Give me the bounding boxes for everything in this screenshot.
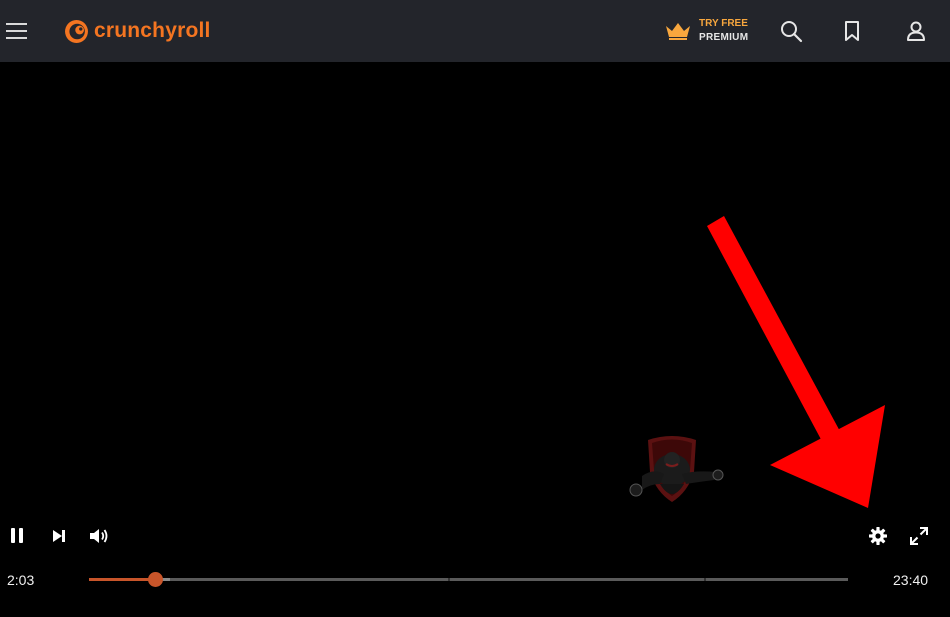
search-icon[interactable] — [779, 19, 803, 43]
try-free-label: TRY FREE — [699, 18, 748, 29]
brand-name: crunchyroll — [94, 19, 211, 42]
current-time: 2:03 — [7, 572, 35, 588]
next-episode-button[interactable] — [51, 528, 67, 544]
pause-icon — [11, 528, 23, 543]
try-free-text: TRY FREE PREMIUM — [699, 17, 748, 45]
menu-icon[interactable] — [6, 20, 28, 40]
settings-button[interactable] — [868, 526, 888, 546]
premium-label: PREMIUM — [699, 32, 749, 43]
top-navigation-bar: crunchyroll TRY FREE PREMIUM — [0, 0, 950, 62]
duration: 23:40 — [893, 572, 929, 588]
volume-button[interactable] — [89, 527, 109, 545]
crunchyroll-logo[interactable]: crunchyroll — [64, 17, 211, 45]
next-icon — [53, 530, 65, 542]
crown-icon — [666, 23, 690, 40]
progress-played — [89, 578, 155, 581]
progress-scrubber-handle[interactable] — [147, 572, 163, 587]
user-icon[interactable] — [904, 19, 928, 43]
crunchyroll-logo-icon — [65, 19, 88, 43]
volume-icon — [90, 529, 108, 543]
page: crunchyroll TRY FREE PREMIUM 2:03 23:40 — [0, 0, 950, 617]
fullscreen-icon — [910, 527, 928, 545]
red-annotation-arrow — [707, 216, 885, 508]
bookmark-icon[interactable] — [840, 19, 864, 43]
fullscreen-button[interactable] — [909, 526, 929, 546]
try-free-premium-button[interactable]: TRY FREE PREMIUM — [665, 16, 748, 46]
settings-gear-icon — [869, 527, 887, 545]
chapter-marker — [703, 578, 706, 581]
chapter-marker — [448, 578, 450, 581]
pause-button[interactable] — [9, 526, 25, 546]
progress-bar[interactable] — [89, 572, 848, 587]
